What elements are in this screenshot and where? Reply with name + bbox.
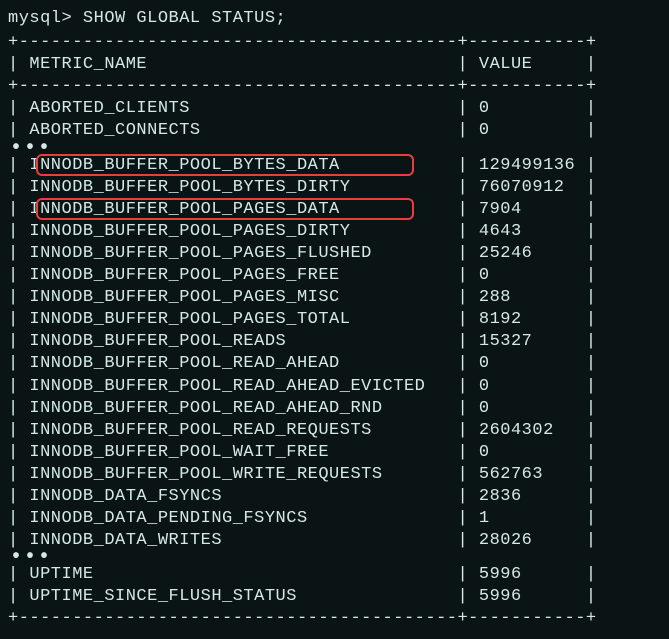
table-row: | INNODB_BUFFER_POOL_WAIT_FREE | 0 | xyxy=(8,442,661,464)
table-row: | INNODB_DATA_PENDING_FSYNCS | 1 | xyxy=(8,508,661,530)
table-header-row: | METRIC_NAME | VALUE | xyxy=(8,54,661,76)
table-rows-group2: | INNODB_BUFFER_POOL_BYTES_DATA | 129499… xyxy=(8,155,661,553)
terminal-output: mysql> SHOW GLOBAL STATUS; +------------… xyxy=(8,8,661,631)
table-row: | INNODB_BUFFER_POOL_READ_REQUESTS | 260… xyxy=(8,420,661,442)
table-row: | INNODB_BUFFER_POOL_READS | 15327 | xyxy=(8,331,661,353)
table-row: | INNODB_BUFFER_POOL_PAGES_TOTAL | 8192 … xyxy=(8,309,661,331)
table-row: | INNODB_BUFFER_POOL_BYTES_DIRTY | 76070… xyxy=(8,177,661,199)
table-row: | INNODB_BUFFER_POOL_READ_AHEAD_EVICTED … xyxy=(8,376,661,398)
table-row: | INNODB_BUFFER_POOL_WRITE_REQUESTS | 56… xyxy=(8,464,661,486)
table-rows-group3: | UPTIME | 5996 || UPTIME_SINCE_FLUSH_ST… xyxy=(8,564,661,608)
table-row: | INNODB_DATA_WRITES | 28026 | xyxy=(8,530,661,552)
table-row: | INNODB_BUFFER_POOL_READ_AHEAD | 0 | xyxy=(8,353,661,375)
table-border-top: +---------------------------------------… xyxy=(8,32,661,54)
table-row: | INNODB_BUFFER_POOL_PAGES_MISC | 288 | xyxy=(8,287,661,309)
table-border-bottom: +---------------------------------------… xyxy=(8,608,661,630)
table-border-sep: +---------------------------------------… xyxy=(8,76,661,98)
table-row: | INNODB_BUFFER_POOL_PAGES_FREE | 0 | xyxy=(8,265,661,287)
highlight-annotation xyxy=(36,198,414,220)
table-row: | INNODB_BUFFER_POOL_PAGES_DIRTY | 4643 … xyxy=(8,221,661,243)
table-row: | ABORTED_CLIENTS | 0 | xyxy=(8,98,661,120)
table-row: | INNODB_BUFFER_POOL_PAGES_FLUSHED | 252… xyxy=(8,243,661,265)
table-row: | ABORTED_CONNECTS | 0 | xyxy=(8,120,661,142)
table-row: | UPTIME | 5996 | xyxy=(8,564,661,586)
table-rows-group1: | ABORTED_CLIENTS | 0 || ABORTED_CONNECT… xyxy=(8,98,661,142)
table-row: | UPTIME_SINCE_FLUSH_STATUS | 5996 | xyxy=(8,586,661,608)
table-row: | INNODB_BUFFER_POOL_PAGES_DATA | 7904 | xyxy=(8,199,661,221)
mysql-prompt: mysql> SHOW GLOBAL STATUS; xyxy=(8,8,661,30)
highlight-annotation xyxy=(36,154,414,176)
ellipsis-icon: ••• xyxy=(8,143,661,155)
table-row: | INNODB_BUFFER_POOL_READ_AHEAD_RND | 0 … xyxy=(8,398,661,420)
table-row: | INNODB_BUFFER_POOL_BYTES_DATA | 129499… xyxy=(8,155,661,177)
table-row: | INNODB_DATA_FSYNCS | 2836 | xyxy=(8,486,661,508)
ellipsis-icon: ••• xyxy=(8,552,661,564)
